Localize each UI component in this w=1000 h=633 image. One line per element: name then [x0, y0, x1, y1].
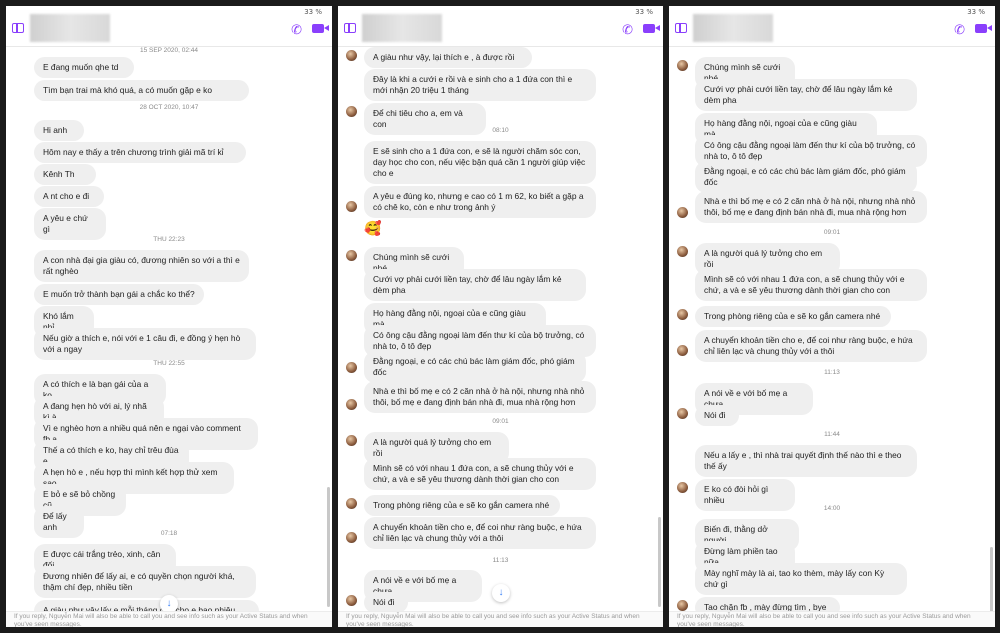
- timestamp: 11:13: [492, 557, 509, 564]
- contact-avatar: [346, 250, 357, 261]
- video-icon[interactable]: [643, 24, 655, 33]
- sidebar-icon[interactable]: [344, 23, 356, 33]
- phone-icon[interactable]: ✆: [954, 22, 965, 38]
- contact-name-blurred: [362, 14, 442, 42]
- message-bubble: Nói đi: [695, 405, 739, 426]
- contact-avatar: [346, 435, 357, 446]
- message-list: Chúng mình sẽ cưới nhé Cưới vợ phải cưới…: [669, 47, 995, 618]
- chat-header: ✆: [669, 12, 995, 47]
- contact-avatar: [346, 362, 357, 373]
- video-icon[interactable]: [975, 24, 987, 33]
- scroll-down-icon[interactable]: ↓: [492, 584, 510, 602]
- contact-avatar: [677, 408, 688, 419]
- timestamp: 28 OCT 2020, 10:47: [139, 104, 199, 111]
- scrollbar[interactable]: [658, 517, 661, 607]
- timestamp: 15 SEP 2020, 02:44: [139, 47, 199, 54]
- contact-avatar: [346, 399, 357, 410]
- message-bubble: Cưới vợ phải cưới liền tay, chờ để lâu n…: [364, 269, 586, 301]
- message-list: A giàu như vậy, lại thích e , à được rồi…: [338, 47, 663, 613]
- message-bubble: Đây là khi a cưới e rồi và e sinh cho a …: [364, 69, 596, 101]
- contact-name-blurred: [693, 14, 773, 42]
- message-bubble: Mày nghĩ mày là ai, tao ko thèm, mày lấy…: [695, 563, 907, 595]
- message-bubble: Nhà e thì bố mẹ e có 2 căn nhà ở hà nội,…: [364, 381, 596, 413]
- contact-avatar: [346, 498, 357, 509]
- message-bubble: A chuyển khoản tiền cho e, để coi như rà…: [364, 517, 596, 549]
- message-bubble: Trong phòng riêng của e sẽ ko gắn camera…: [364, 495, 560, 516]
- reply-notice: If you reply, Nguyễn Mai will also be ab…: [338, 611, 663, 627]
- timestamp: THU 22:23: [153, 236, 185, 243]
- timestamp: 14:00: [823, 505, 841, 512]
- contact-avatar: [346, 50, 357, 61]
- chat-header: ✆: [338, 12, 663, 47]
- message-bubble: A nt cho e đi: [34, 186, 104, 207]
- message-bubble: Nói đi: [364, 592, 408, 613]
- contact-name-blurred: [30, 14, 110, 42]
- phone-icon[interactable]: ✆: [291, 22, 302, 38]
- message-bubble: A con nhà đại gia giàu có, đương nhiên s…: [34, 250, 249, 282]
- message-bubble: Trong phòng riêng của e sẽ ko gắn camera…: [695, 306, 891, 327]
- message-bubble: Nhà e thì bố mẹ e có 2 căn nhà ở hà nội,…: [695, 191, 927, 223]
- chat-screenshot-3: 33 % ✆ Chúng mình sẽ cưới nhé Cưới vợ ph…: [669, 6, 995, 627]
- contact-avatar: [677, 600, 688, 611]
- message-bubble: A yêu e đúng ko, nhưng e cao có 1 m 62, …: [364, 186, 596, 218]
- message-bubble: Đương nhiên để lấy ai, e có quyền chọn n…: [34, 566, 256, 598]
- message-bubble: E muốn trở thành bạn gái a chắc ko thể?: [34, 284, 204, 305]
- reply-notice: If you reply, Nguyễn Mai will also be ab…: [669, 611, 995, 627]
- contact-avatar: [346, 201, 357, 212]
- sidebar-icon[interactable]: [675, 23, 687, 33]
- message-bubble: A giàu như vậy, lại thích e , à được rồi: [364, 47, 532, 68]
- message-bubble: Mình sẽ có với nhau 1 đứa con, a sẽ chun…: [695, 269, 927, 301]
- message-bubble: A chuyển khoản tiền cho e, để coi như rà…: [695, 330, 927, 362]
- timestamp: 09:01: [492, 418, 509, 425]
- contact-avatar: [346, 532, 357, 543]
- message-bubble: Nếu giờ a thích e, nói với e 1 câu đi, e…: [34, 328, 256, 360]
- contact-avatar: [677, 60, 688, 71]
- timestamp: 11:13: [824, 369, 840, 376]
- contact-avatar: [677, 246, 688, 257]
- contact-avatar: [677, 482, 688, 493]
- timestamp: 11:44: [824, 431, 840, 438]
- contact-avatar: [677, 345, 688, 356]
- timestamp: 09:01: [823, 229, 841, 236]
- timestamp: 08:10: [492, 127, 509, 134]
- message-bubble: Đằng ngoại, e có các chú bác làm giám đố…: [364, 351, 586, 383]
- chat-header: ✆: [6, 12, 332, 47]
- reply-notice: If you reply, Nguyễn Mai will also be ab…: [6, 611, 332, 627]
- contact-avatar: [677, 309, 688, 320]
- message-bubble: E sẽ sinh cho a 1 đứa con, e sẽ là người…: [364, 141, 596, 184]
- sidebar-icon[interactable]: [12, 23, 24, 33]
- message-bubble: Cưới vợ phải cưới liền tay, chờ để lâu n…: [695, 79, 917, 111]
- message-bubble: Tìm bạn trai mà khó quá, a có muốn gặp e…: [34, 80, 249, 101]
- video-icon[interactable]: [312, 24, 324, 33]
- chat-screenshot-2: 33 % ✆ A giàu như vậy, lại thích e , à đ…: [338, 6, 663, 627]
- scrollbar[interactable]: [990, 547, 993, 617]
- scrollbar[interactable]: [327, 487, 330, 607]
- message-bubble: Kênh Th: [34, 164, 96, 185]
- message-bubble: Nếu a lấy e , thì nhà trai quyết định th…: [695, 445, 917, 477]
- message-list: 15 SEP 2020, 02:44 E đang muốn qhe td Tì…: [6, 47, 332, 624]
- contact-avatar: [346, 106, 357, 117]
- contact-avatar: [677, 207, 688, 218]
- message-bubble: Hôm nay e thấy a trên chương trình giải …: [34, 142, 246, 163]
- message-bubble: Đằng ngoại, e có các chú bác làm giám đố…: [695, 161, 917, 193]
- message-bubble: Mình sẽ có với nhau 1 đứa con, a sẽ chun…: [364, 458, 596, 490]
- timestamp: 07:18: [160, 530, 178, 537]
- timestamp: THU 22:55: [153, 360, 185, 367]
- chat-screenshot-1: 33 % ✆ 15 SEP 2020, 02:44 E đang muốn qh…: [6, 6, 332, 627]
- message-bubble: E đang muốn qhe td: [34, 57, 134, 78]
- message-bubble: Hi anh: [34, 120, 84, 141]
- contact-avatar: [346, 595, 357, 606]
- emoji-reaction: 🥰: [364, 220, 382, 236]
- phone-icon[interactable]: ✆: [622, 22, 633, 38]
